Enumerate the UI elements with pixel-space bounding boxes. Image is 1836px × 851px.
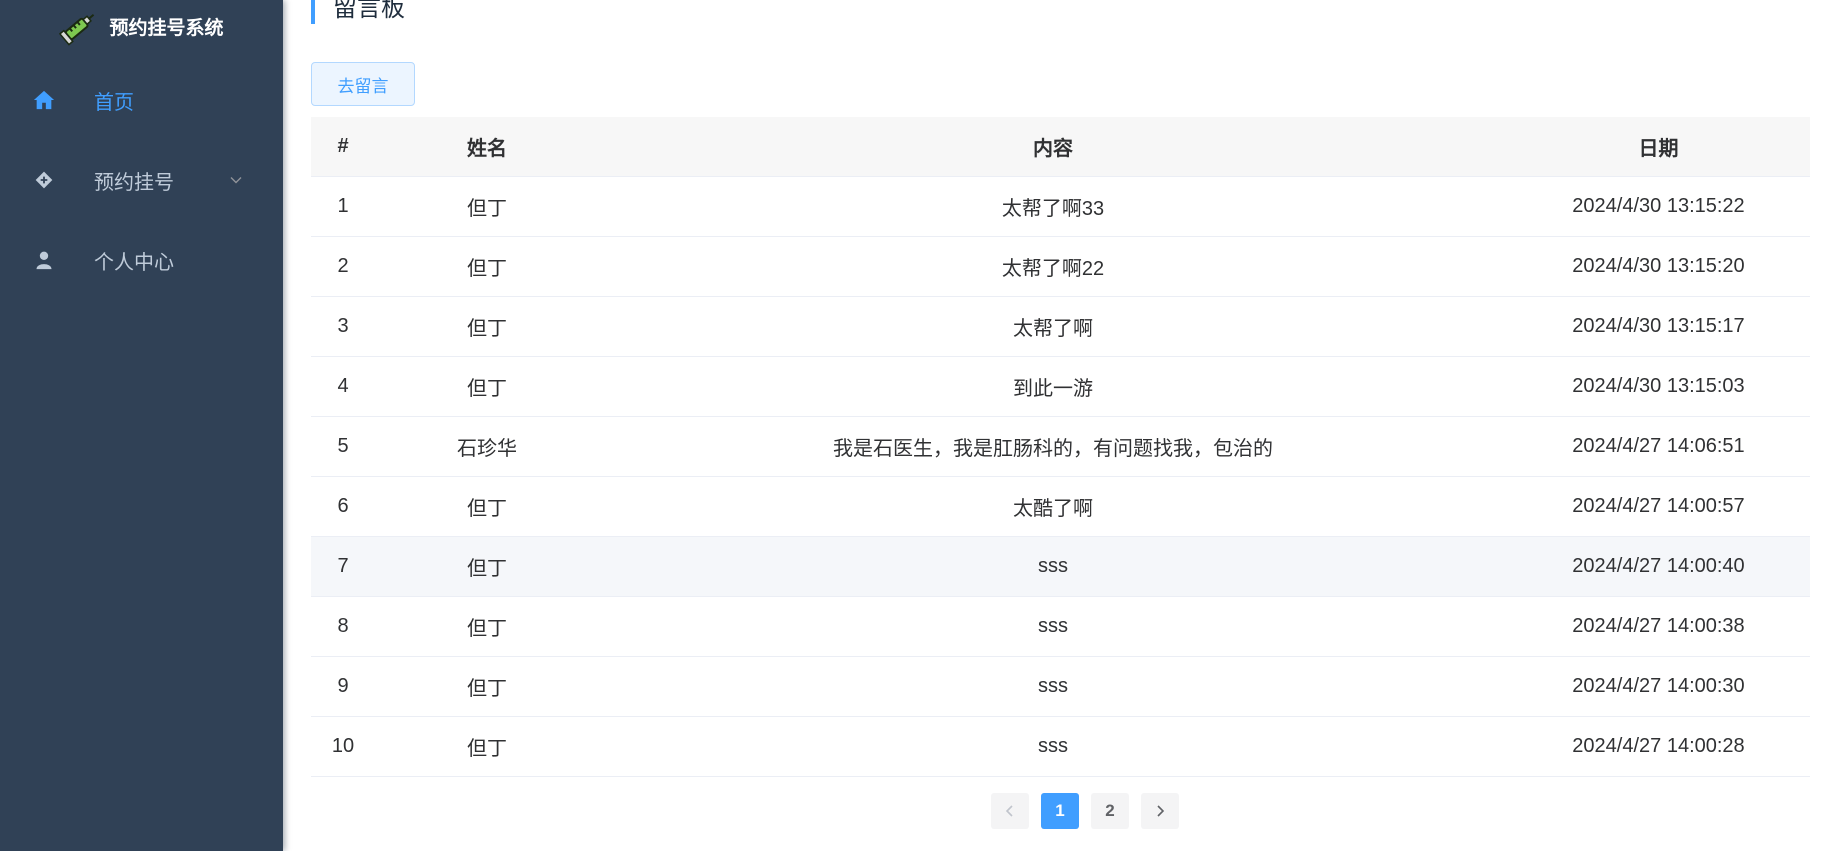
cell-content: sss	[599, 716, 1507, 777]
page-title: 留言板	[311, 0, 405, 24]
table-row[interactable]: 4 但丁 到此一游 2024/4/30 13:15:03	[311, 356, 1810, 417]
cell-index: 5	[311, 416, 375, 477]
table-row[interactable]: 6 但丁 太酷了啊 2024/4/27 14:00:57	[311, 476, 1810, 537]
cell-content: 太酷了啊	[599, 476, 1507, 537]
cell-index: 2	[311, 236, 375, 297]
cell-content: sss	[599, 596, 1507, 657]
sidebar-item-label: 首页	[94, 91, 134, 114]
cell-index: 3	[311, 296, 375, 357]
cell-date: 2024/4/30 13:15:22	[1507, 176, 1810, 237]
cell-name: 但丁	[375, 536, 599, 597]
home-icon	[33, 89, 55, 111]
sidebar-item-profile[interactable]: 个人中心	[0, 220, 283, 300]
column-header-name: 姓名	[375, 117, 599, 177]
chevron-down-icon	[230, 177, 242, 184]
cell-date: 2024/4/30 13:15:20	[1507, 236, 1810, 297]
message-table: # 姓名 内容 日期 1 但丁 太帮了啊33 2024/4/30 13:15:2…	[311, 117, 1810, 777]
cell-date: 2024/4/27 14:00:30	[1507, 656, 1810, 717]
column-header-date: 日期	[1507, 117, 1810, 177]
pagination: 1 2	[991, 793, 1179, 829]
sidebar-item-label: 预约挂号	[94, 171, 174, 194]
chevron-left-icon	[1005, 805, 1013, 817]
cell-index: 7	[311, 536, 375, 597]
cell-name: 但丁	[375, 716, 599, 777]
table-row[interactable]: 9 但丁 sss 2024/4/27 14:00:30	[311, 656, 1810, 717]
table-row[interactable]: 8 但丁 sss 2024/4/27 14:00:38	[311, 596, 1810, 657]
page-number-button[interactable]: 2	[1091, 793, 1129, 829]
cell-index: 8	[311, 596, 375, 657]
cell-content: sss	[599, 536, 1507, 597]
cell-name: 但丁	[375, 176, 599, 237]
cell-date: 2024/4/27 14:00:40	[1507, 536, 1810, 597]
sidebar-item-home[interactable]: 首页	[0, 60, 283, 140]
cell-name: 但丁	[375, 476, 599, 537]
table-row[interactable]: 3 但丁 太帮了啊 2024/4/30 13:15:17	[311, 296, 1810, 357]
table-row[interactable]: 1 但丁 太帮了啊33 2024/4/30 13:15:22	[311, 176, 1810, 237]
cell-content: sss	[599, 656, 1507, 717]
column-header-content: 内容	[599, 117, 1507, 177]
cell-index: 9	[311, 656, 375, 717]
cell-index: 6	[311, 476, 375, 537]
cell-content: 太帮了啊33	[599, 176, 1507, 237]
sidebar-item-label: 个人中心	[94, 251, 174, 274]
cell-content: 太帮了啊22	[599, 236, 1507, 297]
cell-name: 但丁	[375, 296, 599, 357]
sidebar: 预约挂号系统 首页 预约挂号 个人中心	[0, 0, 283, 851]
table-row[interactable]: 5 石珍华 我是石医生，我是肛肠科的，有问题找我，包治的 2024/4/27 1…	[311, 416, 1810, 477]
app-title: 预约挂号系统	[109, 17, 224, 39]
main-content: 留言板 去留言 # 姓名 内容 日期 1 但丁 太帮了啊33 2024/4/30…	[283, 0, 1836, 851]
cell-date: 2024/4/27 14:06:51	[1507, 416, 1810, 477]
table-header-row: # 姓名 内容 日期	[311, 117, 1810, 177]
syringe-logo-icon	[59, 14, 95, 46]
diamond-icon	[33, 169, 55, 191]
cell-index: 10	[311, 716, 375, 777]
cell-content: 我是石医生，我是肛肠科的，有问题找我，包治的	[599, 416, 1507, 477]
table-row[interactable]: 10 但丁 sss 2024/4/27 14:00:28	[311, 716, 1810, 777]
cell-date: 2024/4/30 13:15:03	[1507, 356, 1810, 417]
table-row[interactable]: 2 但丁 太帮了啊22 2024/4/30 13:15:20	[311, 236, 1810, 297]
cell-index: 4	[311, 356, 375, 417]
prev-page-button[interactable]	[991, 793, 1029, 829]
cell-date: 2024/4/27 14:00:57	[1507, 476, 1810, 537]
next-page-button[interactable]	[1141, 793, 1179, 829]
logo: 预约挂号系统	[0, 0, 283, 56]
cell-name: 石珍华	[375, 416, 599, 477]
cell-name: 但丁	[375, 596, 599, 657]
cell-content: 太帮了啊	[599, 296, 1507, 357]
table-row[interactable]: 7 但丁 sss 2024/4/27 14:00:40	[311, 536, 1810, 597]
chevron-right-icon	[1157, 805, 1165, 817]
page-number-button[interactable]: 1	[1041, 793, 1079, 829]
column-header-index: #	[311, 117, 375, 177]
cell-name: 但丁	[375, 236, 599, 297]
cell-date: 2024/4/27 14:00:28	[1507, 716, 1810, 777]
go-message-button[interactable]: 去留言	[311, 62, 415, 106]
user-icon	[33, 249, 55, 271]
cell-date: 2024/4/30 13:15:17	[1507, 296, 1810, 357]
cell-content: 到此一游	[599, 356, 1507, 417]
sidebar-item-appointment[interactable]: 预约挂号	[0, 140, 283, 220]
cell-index: 1	[311, 176, 375, 237]
cell-name: 但丁	[375, 656, 599, 717]
cell-date: 2024/4/27 14:00:38	[1507, 596, 1810, 657]
cell-name: 但丁	[375, 356, 599, 417]
